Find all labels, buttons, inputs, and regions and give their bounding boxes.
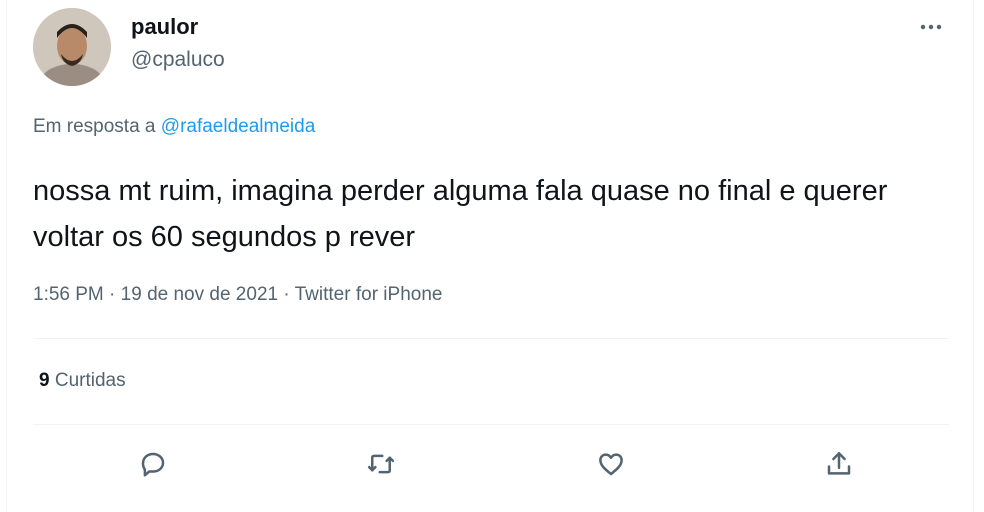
tweet-time[interactable]: 1:56 PM xyxy=(33,284,104,305)
reply-mention-link[interactable]: @rafaeldealmeida xyxy=(161,116,316,137)
tweet-date[interactable]: 19 de nov de 2021 xyxy=(121,284,278,305)
likes-label: Curtidas xyxy=(54,370,126,391)
more-options-button[interactable] xyxy=(913,12,949,42)
action-bar xyxy=(33,440,949,490)
likes-stat[interactable]: 9 Curtidas xyxy=(39,370,126,392)
share-button[interactable] xyxy=(819,444,859,484)
avatar[interactable] xyxy=(33,8,111,86)
like-button[interactable] xyxy=(591,444,631,484)
share-icon xyxy=(827,452,851,475)
display-name[interactable]: paulor xyxy=(131,14,198,40)
tweet-text: nossa mt ruim, imagina perder alguma fal… xyxy=(33,175,888,253)
reply-icon xyxy=(141,452,165,477)
tweet-card: paulor @cpaluco Em resposta a @rafaeldea… xyxy=(6,0,974,512)
reply-context: Em resposta a @rafaeldealmeida xyxy=(33,116,315,138)
tweet-meta: 1:56 PM · 19 de nov de 2021 · Twitter fo… xyxy=(33,284,442,306)
retweet-icon xyxy=(367,454,395,474)
likes-count: 9 xyxy=(39,370,50,391)
meta-separator: · xyxy=(283,284,290,305)
tweet-source[interactable]: Twitter for iPhone xyxy=(295,284,443,305)
user-handle[interactable]: @cpaluco xyxy=(131,48,225,72)
avatar-photo xyxy=(33,8,111,86)
heart-icon xyxy=(599,453,623,476)
meta-separator: · xyxy=(109,284,116,305)
divider xyxy=(33,338,949,339)
reply-prefix: Em resposta a xyxy=(33,116,156,137)
more-dots-icon xyxy=(920,24,942,30)
reply-button[interactable] xyxy=(133,444,173,484)
divider xyxy=(33,424,949,425)
retweet-button[interactable] xyxy=(361,444,401,484)
